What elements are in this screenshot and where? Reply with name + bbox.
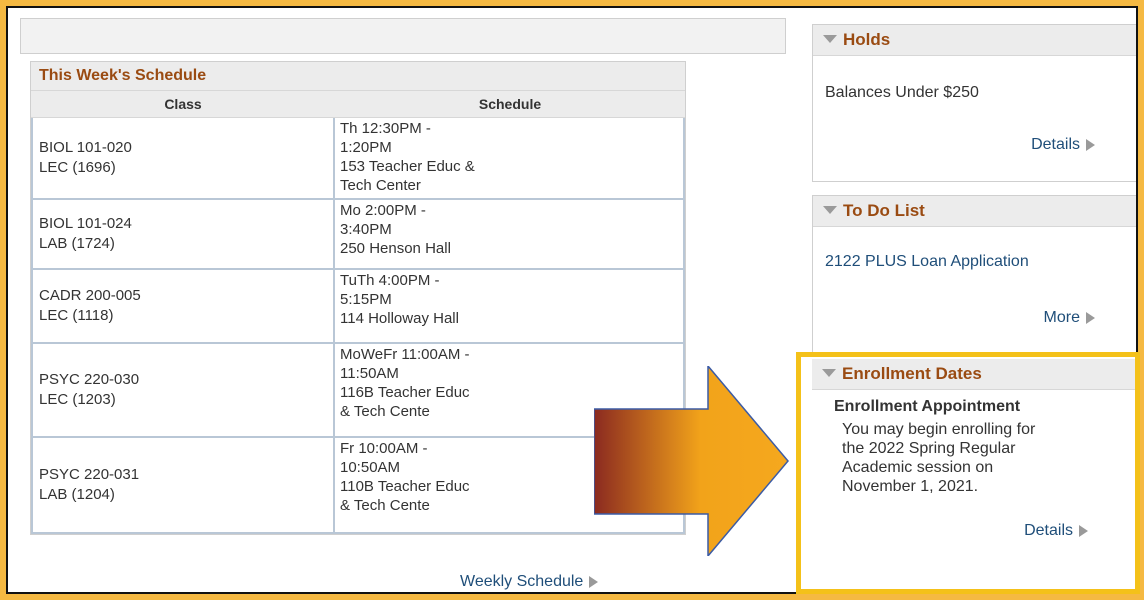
triangle-right-icon — [1079, 524, 1088, 537]
class-cell: BIOL 101-020 LEC (1696) — [31, 118, 335, 198]
schedule-cell: TuTh 4:00PM - 5:15PM 114 Holloway Hall — [335, 270, 685, 342]
callout-arrow-graphic — [594, 366, 789, 556]
enrollment-subtitle: Enrollment Appointment — [834, 398, 1021, 415]
enrollment-body: Enrollment Appointment You may begin enr… — [812, 390, 1136, 590]
triangle-down-icon[interactable] — [823, 205, 837, 214]
weekly-schedule-panel: This Week's Schedule Class Schedule BIOL… — [30, 61, 686, 535]
todo-header[interactable]: To Do List — [813, 196, 1136, 227]
class-cell: CADR 200-005 LEC (1118) — [31, 270, 335, 342]
enrollment-header[interactable]: Enrollment Dates — [812, 359, 1136, 390]
holds-title: Holds — [843, 30, 891, 49]
holds-details-label[interactable]: Details — [1031, 136, 1080, 153]
holds-body: Balances Under $250 Details — [813, 56, 1136, 182]
schedule-table-header: Class Schedule — [31, 91, 685, 118]
enrollment-details-link[interactable]: Details — [1024, 522, 1088, 540]
todo-more-label[interactable]: More — [1044, 309, 1080, 326]
class-cell: PSYC 220-031 LAB (1204) — [31, 438, 335, 532]
class-cell: BIOL 101-024 LAB (1724) — [31, 200, 335, 268]
top-bar — [20, 18, 786, 54]
holds-panel: Holds Balances Under $250 Details — [812, 24, 1136, 182]
table-row: PSYC 220-031 LAB (1204) Fr 10:00AM - 10:… — [31, 436, 685, 532]
table-row: BIOL 101-020 LEC (1696) Th 12:30PM - 1:2… — [31, 118, 685, 198]
table-row: CADR 200-005 LEC (1118) TuTh 4:00PM - 5:… — [31, 268, 685, 342]
todo-item-link[interactable]: 2122 PLUS Loan Application — [825, 253, 1029, 271]
schedule-cell: Th 12:30PM - 1:20PM 153 Teacher Educ & T… — [335, 118, 685, 198]
triangle-right-icon — [1086, 311, 1095, 324]
todo-title: To Do List — [843, 201, 925, 220]
todo-panel: To Do List 2122 PLUS Loan Application Mo… — [812, 195, 1136, 353]
enrollment-title: Enrollment Dates — [842, 364, 982, 383]
todo-body: 2122 PLUS Loan Application More — [813, 227, 1136, 353]
enrollment-text: You may begin enrolling for the 2022 Spr… — [842, 421, 1036, 495]
table-row: PSYC 220-030 LEC (1203) MoWeFr 11:00AM -… — [31, 342, 685, 436]
triangle-down-icon[interactable] — [822, 368, 836, 377]
column-header-schedule: Schedule — [478, 96, 542, 112]
table-row: BIOL 101-024 LAB (1724) Mo 2:00PM - 3:40… — [31, 198, 685, 268]
triangle-right-icon — [1086, 138, 1095, 151]
enrollment-dates-panel: Enrollment Dates Enrollment Appointment … — [812, 359, 1136, 591]
holds-item: Balances Under $250 — [825, 84, 979, 101]
holds-header[interactable]: Holds — [813, 25, 1136, 56]
enrollment-details-label[interactable]: Details — [1024, 522, 1073, 539]
portal-frame: This Week's Schedule Class Schedule BIOL… — [6, 6, 1138, 594]
schedule-title: This Week's Schedule — [31, 62, 685, 91]
triangle-down-icon[interactable] — [823, 34, 837, 43]
class-cell: PSYC 220-030 LEC (1203) — [31, 344, 335, 436]
schedule-rows: BIOL 101-020 LEC (1696) Th 12:30PM - 1:2… — [31, 118, 685, 534]
weekly-schedule-link-label[interactable]: Weekly Schedule — [460, 573, 583, 590]
triangle-right-icon — [589, 575, 599, 588]
holds-details-link[interactable]: Details — [1031, 136, 1095, 154]
weekly-schedule-link[interactable]: Weekly Schedule — [460, 573, 599, 591]
todo-more-link[interactable]: More — [1044, 309, 1095, 327]
schedule-cell: Mo 2:00PM - 3:40PM 250 Henson Hall — [335, 200, 685, 268]
column-header-class: Class — [164, 96, 202, 112]
